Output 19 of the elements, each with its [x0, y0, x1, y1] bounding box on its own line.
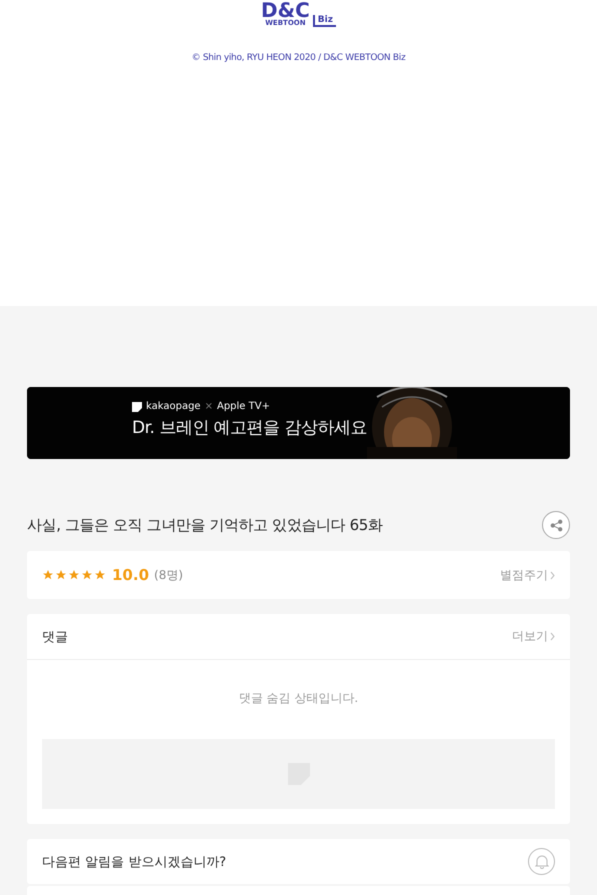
more-link[interactable]: 더보기 [512, 628, 555, 645]
episode-title: 사실, 그들은 오직 그녀만을 기억하고 있었습니다 65화 [27, 516, 382, 534]
ad-banner[interactable]: kakaopage × Apple TV+ Dr. 브레인 예고편을 감상하세요 [27, 387, 570, 459]
partner-text: Apple TV+ [216, 401, 270, 412]
rating-score: 10.0 [112, 566, 150, 584]
copyright-text: © Shin yiho, RYU HEON 2020 / D&C WEBTOON Biz [192, 53, 406, 63]
notification-question: 다음편 알림을 받으시겠습니까? [42, 854, 226, 870]
banner-headline: Dr. 브레인 예고편을 감상하세요 [132, 417, 368, 439]
brand-text: kakaopage [146, 401, 201, 412]
chevron-icon [550, 632, 555, 641]
bell-button[interactable] [528, 848, 555, 875]
rate-link[interactable]: 별점주기 [500, 566, 555, 584]
rating-count: (8명) [154, 566, 184, 584]
times-icon: × [204, 401, 213, 412]
chevron-icon [550, 570, 555, 580]
share-button[interactable] [542, 511, 570, 539]
bell-icon [534, 854, 548, 869]
share-icon [550, 518, 562, 532]
comments-heading: 댓글 [42, 628, 68, 646]
